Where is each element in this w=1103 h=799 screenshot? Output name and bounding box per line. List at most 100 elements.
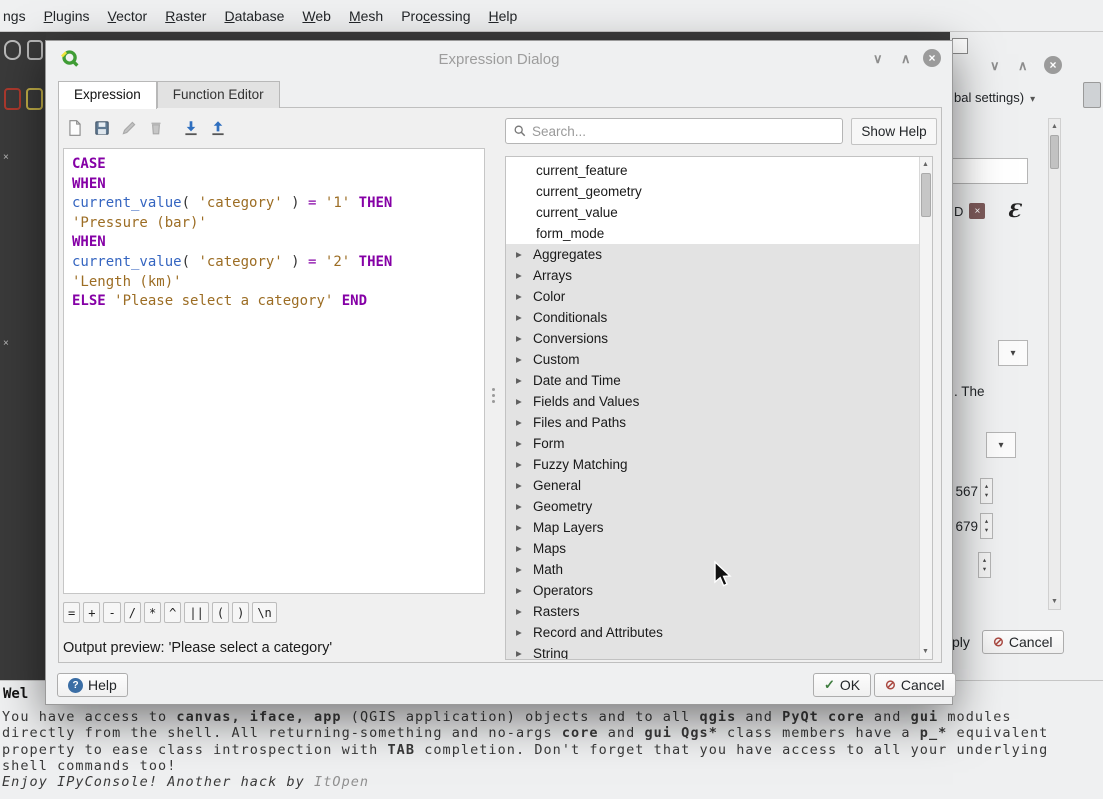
expand-arrow-icon[interactable]: ▶: [516, 307, 533, 328]
spinbox-y[interactable]: 679 ▴▾: [950, 513, 993, 539]
expand-arrow-icon[interactable]: ▶: [516, 601, 533, 622]
tab-expression[interactable]: Expression: [58, 81, 157, 109]
expand-arrow-icon[interactable]: ▶: [516, 370, 533, 391]
operator-button-/[interactable]: /: [124, 602, 141, 623]
expand-arrow-icon[interactable]: ▶: [516, 244, 533, 265]
apply-button-fragment[interactable]: ply: [952, 634, 970, 650]
function-group-form[interactable]: ▶Form: [506, 433, 919, 454]
spinbox-arrows-icon[interactable]: ▴▾: [978, 552, 991, 578]
search-input[interactable]: [532, 124, 842, 139]
expand-arrow-icon[interactable]: ▶: [516, 643, 533, 660]
expression-builder-icon[interactable]: Ɛ: [1007, 200, 1021, 222]
operator-button--[interactable]: -: [103, 602, 120, 623]
edit-tool-icon[interactable]: [26, 88, 43, 110]
expand-arrow-icon[interactable]: ▶: [516, 538, 533, 559]
spinbox-extra[interactable]: ▴▾: [978, 552, 991, 578]
function-group-maps[interactable]: ▶Maps: [506, 538, 919, 559]
polygon-tool-icon[interactable]: [27, 40, 43, 60]
function-group-fields-and-values[interactable]: ▶Fields and Values: [506, 391, 919, 412]
expand-arrow-icon[interactable]: ▶: [516, 580, 533, 601]
background-input-fragment[interactable]: [950, 158, 1028, 184]
function-group-custom[interactable]: ▶Custom: [506, 349, 919, 370]
spinbox-x[interactable]: 567 ▴▾: [950, 478, 993, 504]
function-item-current-value[interactable]: current_value: [506, 202, 919, 223]
scrollbar-thumb[interactable]: [921, 173, 931, 217]
ok-button[interactable]: ✓ OK: [813, 673, 871, 697]
operator-button-=[interactable]: =: [63, 602, 80, 623]
function-group-conversions[interactable]: ▶Conversions: [506, 328, 919, 349]
function-group-date-and-time[interactable]: ▶Date and Time: [506, 370, 919, 391]
function-group-rasters[interactable]: ▶Rasters: [506, 601, 919, 622]
scroll-up-icon[interactable]: ▲: [920, 158, 931, 171]
expand-arrow-icon[interactable]: ▶: [516, 559, 533, 580]
function-group-general[interactable]: ▶General: [506, 475, 919, 496]
help-button[interactable]: ? Help: [57, 673, 128, 697]
expand-arrow-icon[interactable]: ▶: [516, 475, 533, 496]
menu-item-processing[interactable]: Processing: [392, 8, 479, 24]
spinbox-arrows-icon[interactable]: ▴▾: [980, 513, 993, 539]
export-expression-icon[interactable]: [206, 116, 230, 140]
splitter-handle[interactable]: [489, 380, 497, 410]
maximize-icon[interactable]: ∧: [901, 51, 911, 67]
function-group-color[interactable]: ▶Color: [506, 286, 919, 307]
dialog-titlebar[interactable]: Expression Dialog ∨ ∧ ×: [46, 41, 952, 77]
function-group-map-layers[interactable]: ▶Map Layers: [506, 517, 919, 538]
background-cancel-button[interactable]: ⊘Cancel: [982, 630, 1064, 654]
expand-arrow-icon[interactable]: ▶: [516, 391, 533, 412]
expand-arrow-icon[interactable]: ▶: [516, 454, 533, 475]
delete-expression-icon[interactable]: [144, 116, 168, 140]
expand-arrow-icon[interactable]: ▶: [516, 265, 533, 286]
menu-item-vector[interactable]: Vector: [99, 8, 157, 24]
function-group-string[interactable]: ▶String: [506, 643, 919, 660]
function-group-geometry[interactable]: ▶Geometry: [506, 496, 919, 517]
operator-button-+[interactable]: +: [83, 602, 100, 623]
operator-button-^[interactable]: ^: [164, 602, 181, 623]
function-group-conditionals[interactable]: ▶Conditionals: [506, 307, 919, 328]
maximize-icon[interactable]: ∧: [1018, 58, 1028, 74]
shade-icon[interactable]: ∨: [990, 58, 1000, 74]
function-group-math[interactable]: ▶Math: [506, 559, 919, 580]
operator-button-||[interactable]: ||: [184, 602, 208, 623]
clear-field-icon[interactable]: ×: [969, 203, 985, 219]
edit-expression-icon[interactable]: [117, 116, 141, 140]
function-group-operators[interactable]: ▶Operators: [506, 580, 919, 601]
function-group-fuzzy-matching[interactable]: ▶Fuzzy Matching: [506, 454, 919, 475]
shade-icon[interactable]: ∨: [873, 51, 883, 67]
expand-arrow-icon[interactable]: ▶: [516, 412, 533, 433]
function-item-current-geometry[interactable]: current_geometry: [506, 181, 919, 202]
tab-function-editor[interactable]: Function Editor: [157, 81, 280, 108]
dock-close-icon[interactable]: ×: [3, 338, 9, 349]
close-icon[interactable]: ×: [923, 49, 941, 67]
expand-arrow-icon[interactable]: ▶: [516, 328, 533, 349]
expand-arrow-icon[interactable]: ▶: [516, 496, 533, 517]
function-item-form-mode[interactable]: form_mode: [506, 223, 919, 244]
menu-item-mesh[interactable]: Mesh: [340, 8, 392, 24]
cancel-button[interactable]: ⊘ Cancel: [874, 673, 956, 697]
save-expression-icon[interactable]: [90, 116, 114, 140]
operator-button-\n[interactable]: \n: [252, 602, 276, 623]
combo-dropdown-icon[interactable]: ▾: [998, 340, 1028, 366]
menu-item-ngs[interactable]: ngs: [0, 8, 35, 24]
spinbox-arrows-icon[interactable]: ▴▾: [980, 478, 993, 504]
function-group-aggregates[interactable]: ▶Aggregates: [506, 244, 919, 265]
expand-arrow-icon[interactable]: ▶: [516, 433, 533, 454]
scroll-down-icon[interactable]: ▼: [920, 645, 931, 658]
menu-item-plugins[interactable]: Plugins: [35, 8, 99, 24]
function-group-arrays[interactable]: ▶Arrays: [506, 265, 919, 286]
operator-button-([interactable]: (: [212, 602, 229, 623]
function-group-record-and-attributes[interactable]: ▶Record and Attributes: [506, 622, 919, 643]
expand-arrow-icon[interactable]: ▶: [516, 517, 533, 538]
scroll-down-icon[interactable]: ▼: [1049, 595, 1060, 608]
scroll-up-icon[interactable]: ▲: [1049, 120, 1060, 133]
background-scrollbar[interactable]: ▲ ▼: [1048, 118, 1061, 610]
pan-tool-icon[interactable]: [4, 40, 21, 60]
show-help-button[interactable]: Show Help: [851, 118, 937, 145]
expand-arrow-icon[interactable]: ▶: [516, 349, 533, 370]
expression-code-editor[interactable]: CASEWHENcurrent_value( 'category' ) = '1…: [63, 148, 485, 594]
menu-item-web[interactable]: Web: [293, 8, 340, 24]
operator-button-*[interactable]: *: [144, 602, 161, 623]
close-icon[interactable]: ×: [1044, 56, 1062, 74]
expand-arrow-icon[interactable]: ▶: [516, 286, 533, 307]
function-list-scrollbar[interactable]: ▲ ▼: [919, 157, 932, 659]
scrollbar-thumb[interactable]: [1050, 135, 1059, 169]
